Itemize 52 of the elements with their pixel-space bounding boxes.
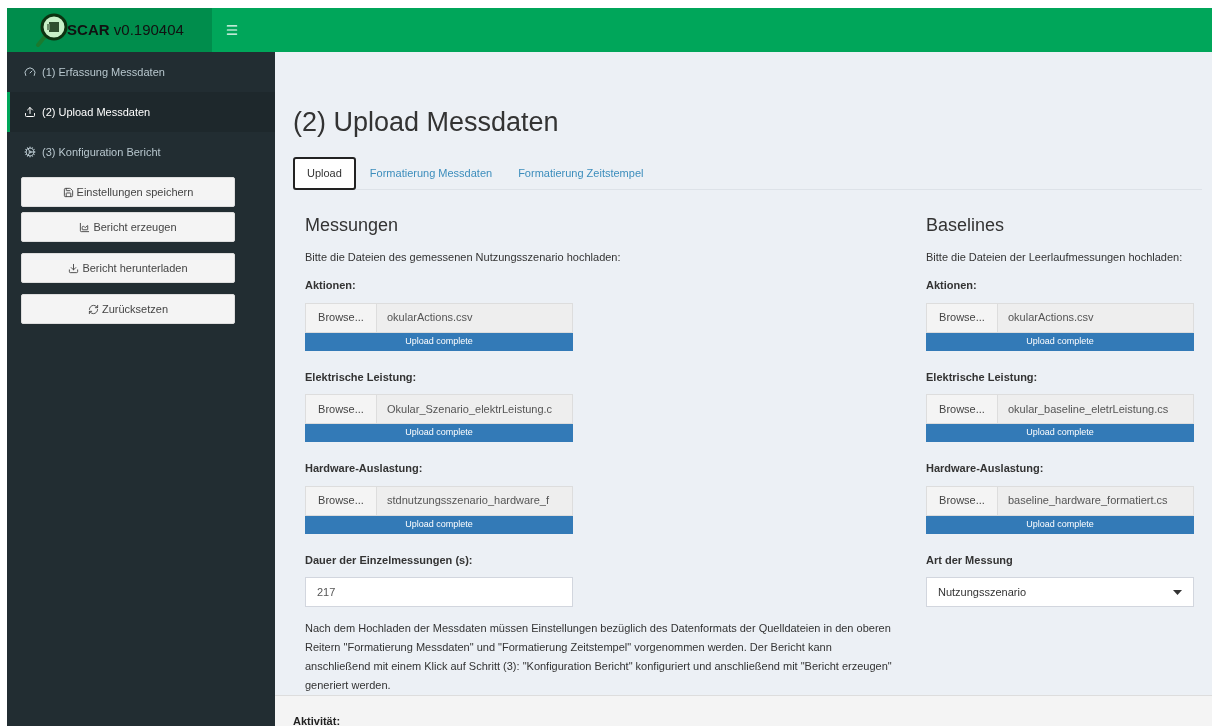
app-title: SCAR v0.190404 bbox=[67, 19, 184, 40]
sidebar-button[interactable]: Einstellungen speichern bbox=[21, 177, 235, 207]
field-label: Elektrische Leistung: bbox=[926, 369, 1039, 385]
browse-button[interactable]: Browse... bbox=[926, 394, 998, 424]
file-name-field: stdnutzungsszenario_hardware_f bbox=[377, 485, 573, 516]
caret-icon bbox=[1173, 589, 1182, 595]
browse-button[interactable]: Browse... bbox=[305, 302, 377, 333]
field-label: Aktionen: bbox=[305, 278, 357, 293]
sidebar-item[interactable]: (1) Erfassung Messdaten bbox=[7, 52, 275, 92]
help-paragraph: Nach dem Hochladen der Messdaten müssen Einstellungen bezüglich des Datenformats der Quelldateien in den oberen Reitern "Formatierung Messdaten" und "Formatierung Zeitstempel" vorgenommen werden. Der Bericht kann anschließend mit einem Klick auf Schritt (3): "Konfiguration Bericht" konfiguriert und anschließend mit "Bericht erzeugen" generiert werden. bbox=[305, 621, 893, 693]
file-name-field: Okular_Szenario_elektrLeistung.c bbox=[377, 394, 573, 424]
file-name-field: okularActions.csv bbox=[998, 302, 1194, 333]
upload-status: Upload complete bbox=[404, 426, 474, 440]
upload-icon bbox=[24, 106, 36, 118]
sidebar-item[interactable]: (2) Upload Messdaten bbox=[7, 92, 275, 132]
gauge-icon bbox=[24, 66, 36, 78]
upload-status: Upload complete bbox=[404, 517, 474, 531]
browse-button[interactable]: Browse... bbox=[305, 485, 377, 516]
tab[interactable]: Upload bbox=[293, 156, 356, 190]
upload-status: Upload complete bbox=[1025, 426, 1095, 440]
file-name-field: okularActions.csv bbox=[377, 302, 573, 333]
field-label: Hardware-Auslastung: bbox=[305, 461, 424, 476]
measurement-type-dropdown[interactable]: Nutzungsszenario bbox=[926, 577, 1194, 607]
file-name-field: okular_baseline_eletrLeistung.cs bbox=[998, 394, 1194, 424]
field-label: Aktionen: bbox=[926, 278, 978, 293]
section-heading: Baselines bbox=[926, 213, 1006, 237]
field-label: Art der Messung bbox=[926, 552, 1014, 568]
gears-icon bbox=[24, 146, 36, 158]
upload-status: Upload complete bbox=[404, 334, 474, 348]
menu-icon[interactable] bbox=[225, 23, 239, 37]
duration-input[interactable]: 217 bbox=[305, 577, 573, 607]
field-label: Elektrische Leistung: bbox=[305, 369, 418, 385]
section-intro: Bitte die Dateien des gemessenen Nutzungsszenario hochladen: bbox=[305, 249, 622, 265]
sidebar-button[interactable]: Zurücksetzen bbox=[21, 294, 235, 324]
field-label: Hardware-Auslastung: bbox=[926, 461, 1045, 476]
upload-status: Upload complete bbox=[1025, 334, 1095, 348]
section-intro: Bitte die Dateien der Leerlaufmessungen hochladen: bbox=[926, 249, 1184, 265]
upload-status: Upload complete bbox=[1025, 517, 1095, 531]
refresh-icon bbox=[88, 303, 99, 315]
browse-button[interactable]: Browse... bbox=[926, 485, 998, 516]
browse-button[interactable]: Browse... bbox=[305, 394, 377, 424]
file-name-field: baseline_hardware_formatiert.cs bbox=[998, 485, 1194, 516]
field-label: Dauer der Einzelmessungen (s): bbox=[305, 552, 474, 568]
sidebar-button[interactable]: Bericht herunterladen bbox=[21, 253, 235, 283]
browse-button[interactable]: Browse... bbox=[926, 302, 998, 333]
section-heading: Messungen bbox=[305, 213, 400, 237]
sidebar-item[interactable]: (3) Konfiguration Bericht bbox=[7, 132, 275, 172]
download-icon bbox=[68, 262, 80, 274]
sidebar-button[interactable]: Bericht erzeugen bbox=[21, 212, 235, 242]
page-title: (2) Upload Messdaten bbox=[293, 106, 560, 139]
area-chart-icon bbox=[79, 221, 91, 233]
activity-label: Aktivität: bbox=[293, 713, 341, 726]
